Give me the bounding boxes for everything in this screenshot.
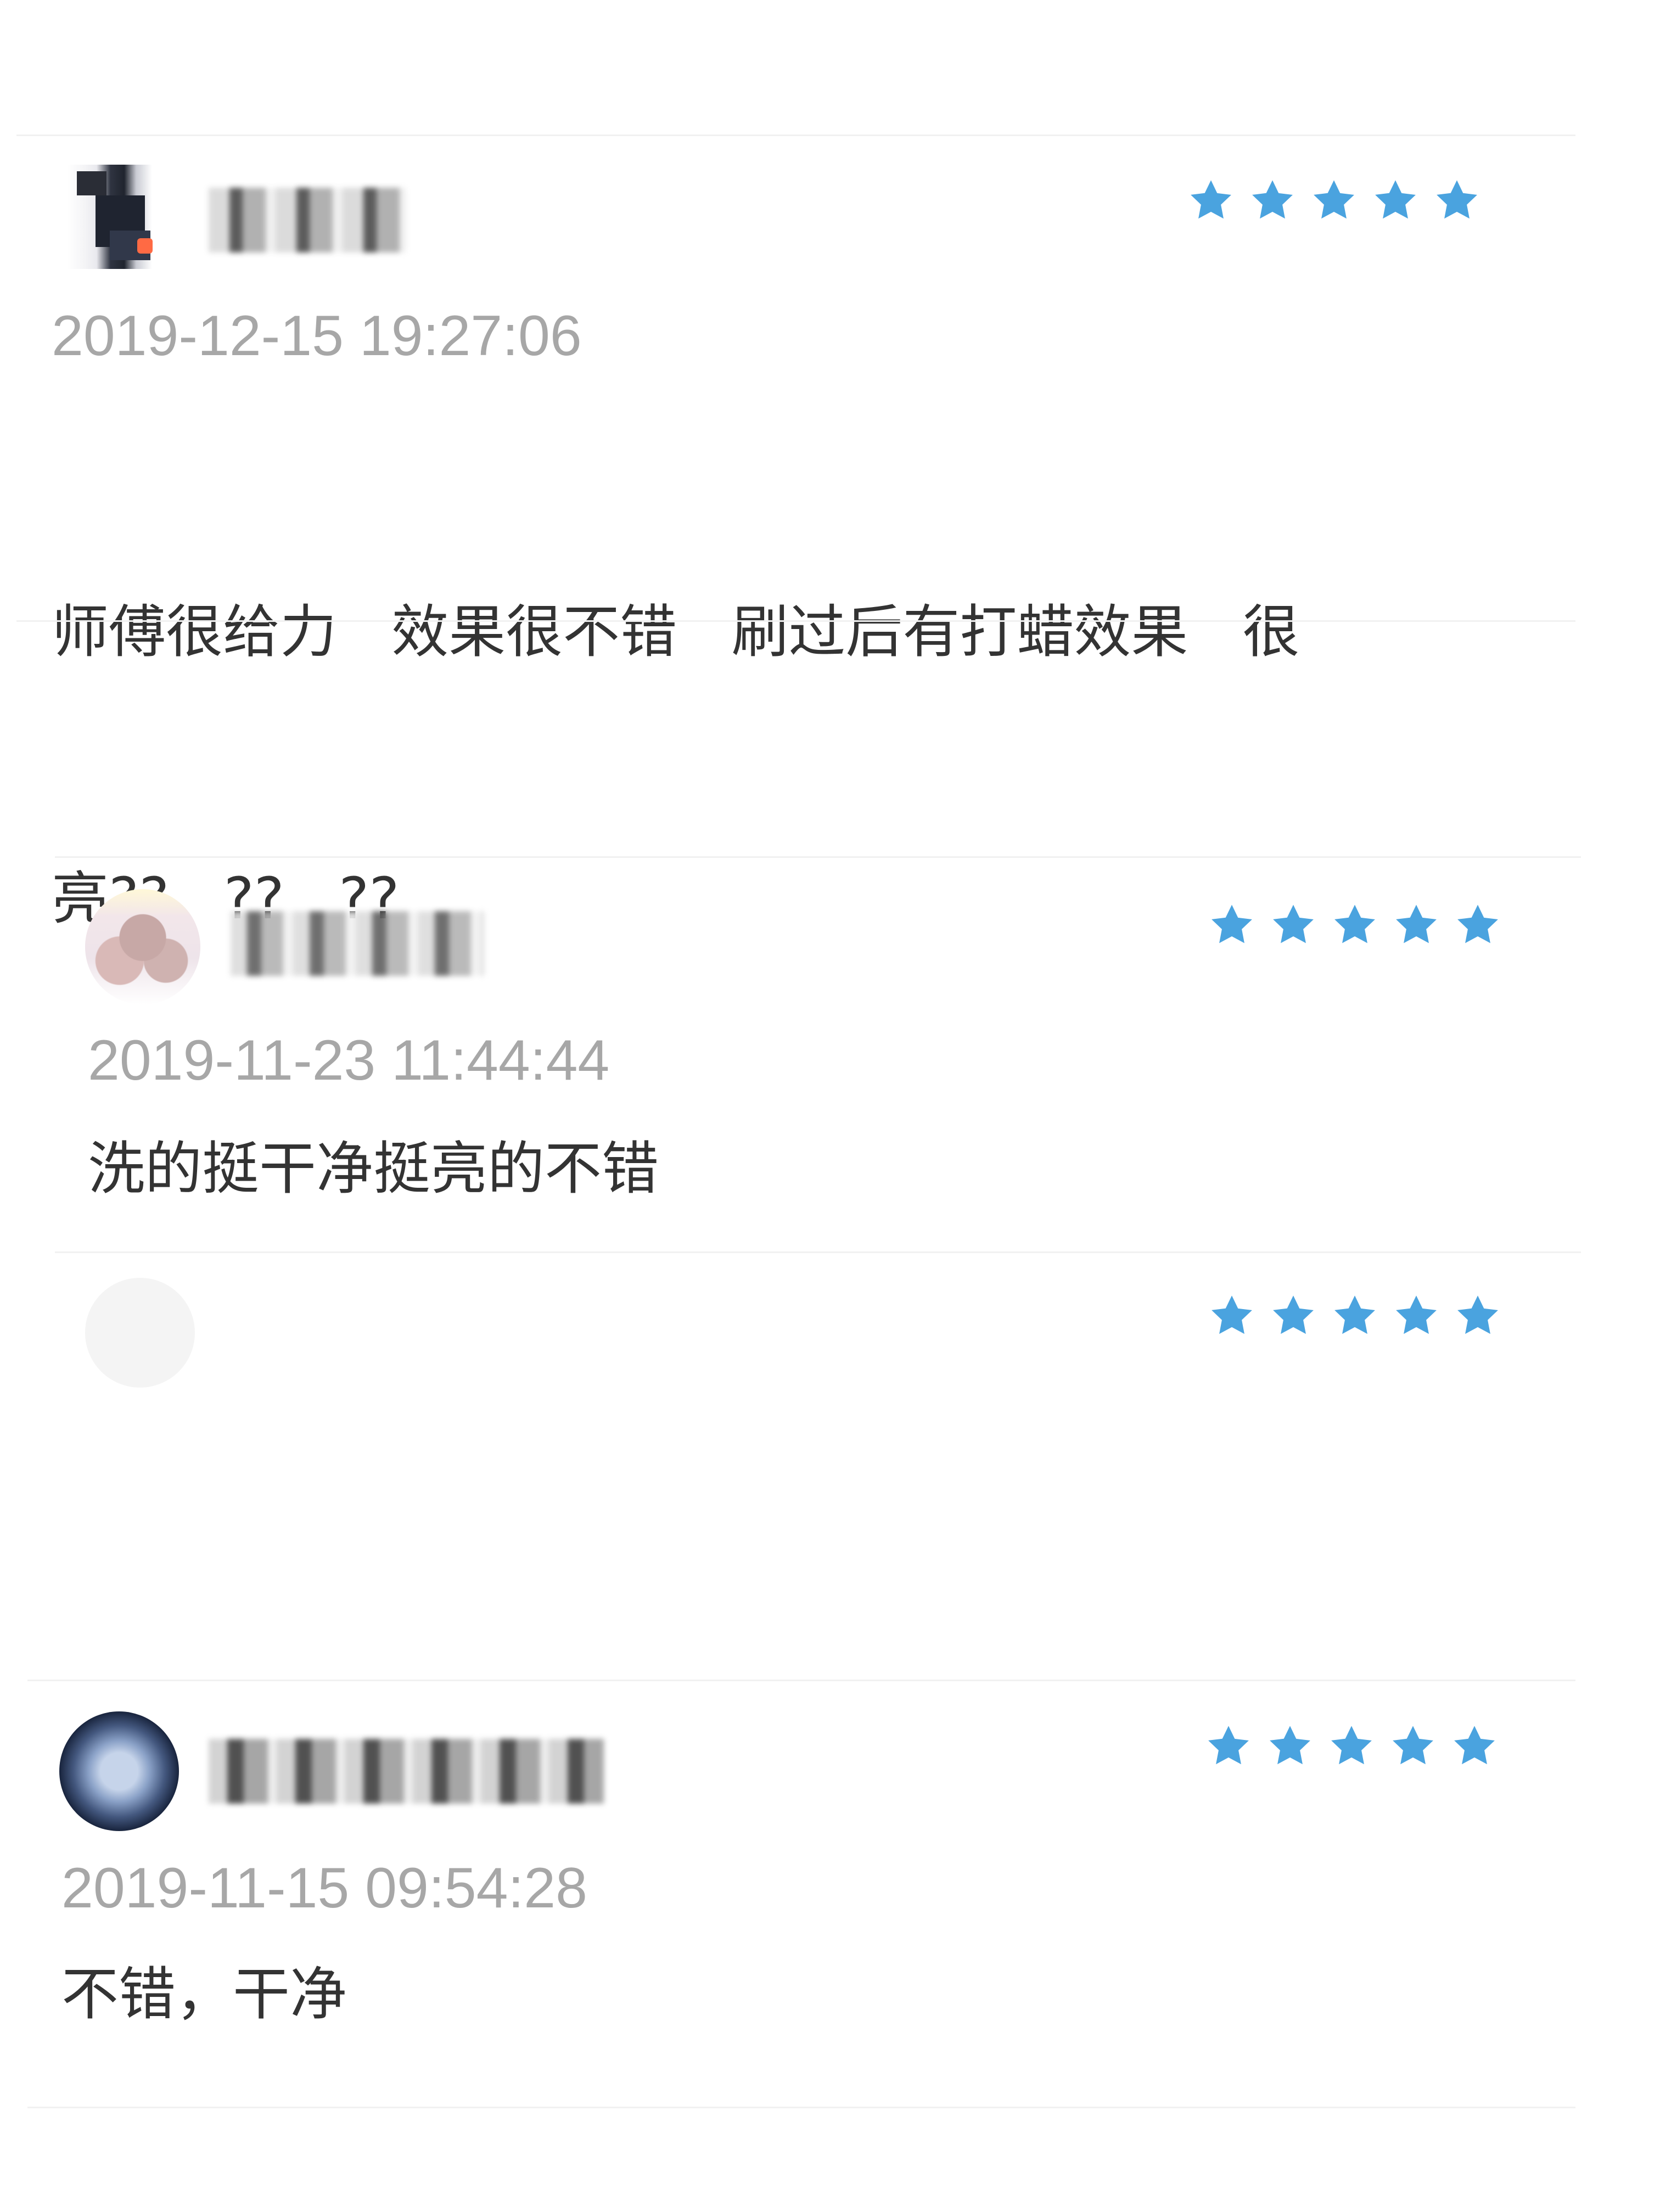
star-icon bbox=[1396, 905, 1437, 944]
star-icon bbox=[1208, 1726, 1249, 1765]
review-content: 不错，干净 bbox=[61, 1961, 347, 2028]
star-icon bbox=[1273, 905, 1314, 944]
avatar[interactable] bbox=[59, 1711, 179, 1831]
star-icon bbox=[1252, 180, 1293, 219]
star-icon bbox=[1437, 180, 1477, 219]
star-icon bbox=[1331, 1726, 1372, 1765]
review-date: 2019-11-23 11:44:44 bbox=[88, 1029, 610, 1092]
star-icon bbox=[1334, 905, 1375, 944]
review-date: 2019-12-15 19:27:06 bbox=[52, 304, 582, 368]
user-name-blurred bbox=[209, 188, 406, 252]
review-date: 2019-11-15 09:54:28 bbox=[61, 1856, 587, 1920]
review-content-line: 师傅很给力 效果很不错 刷过后有打蜡效果 很 bbox=[52, 598, 1300, 665]
star-icon bbox=[1396, 1295, 1437, 1334]
review-card-4: 2019-11-15 09:54:28 不错，干净 bbox=[0, 1680, 1660, 2108]
star-icon bbox=[1270, 1726, 1310, 1765]
star-icon bbox=[1375, 180, 1416, 219]
review-card-2: 2019-11-23 11:44:44 洗的挺干净挺亮的不错 bbox=[0, 856, 1660, 1251]
review-card-1: 2019-12-15 19:27:06 师傅很给力 效果很不错 刷过后有打蜡效果… bbox=[0, 0, 1660, 932]
star-icon bbox=[1273, 1295, 1314, 1334]
avatar[interactable] bbox=[67, 165, 166, 269]
avatar[interactable] bbox=[85, 1278, 195, 1388]
review-card-3 bbox=[0, 1251, 1660, 1691]
star-icon bbox=[1212, 905, 1252, 944]
star-icon bbox=[1393, 1726, 1433, 1765]
star-icon bbox=[1334, 1295, 1375, 1334]
rating-stars bbox=[1207, 900, 1503, 951]
rating-stars bbox=[1186, 176, 1482, 226]
star-icon bbox=[1191, 180, 1231, 219]
star-icon bbox=[1314, 180, 1354, 219]
review-content: 洗的挺干净挺亮的不错 bbox=[88, 1135, 659, 1202]
star-icon bbox=[1212, 1295, 1252, 1334]
rating-stars bbox=[1203, 1721, 1500, 1772]
star-icon bbox=[1454, 1726, 1495, 1765]
divider bbox=[27, 2107, 1575, 2108]
rating-stars bbox=[1207, 1291, 1503, 1341]
star-icon bbox=[1457, 905, 1498, 944]
divider bbox=[16, 620, 1575, 622]
user-name-blurred bbox=[209, 1739, 604, 1804]
avatar[interactable] bbox=[85, 889, 200, 1004]
user-name-blurred bbox=[231, 911, 484, 976]
star-icon bbox=[1457, 1295, 1498, 1334]
